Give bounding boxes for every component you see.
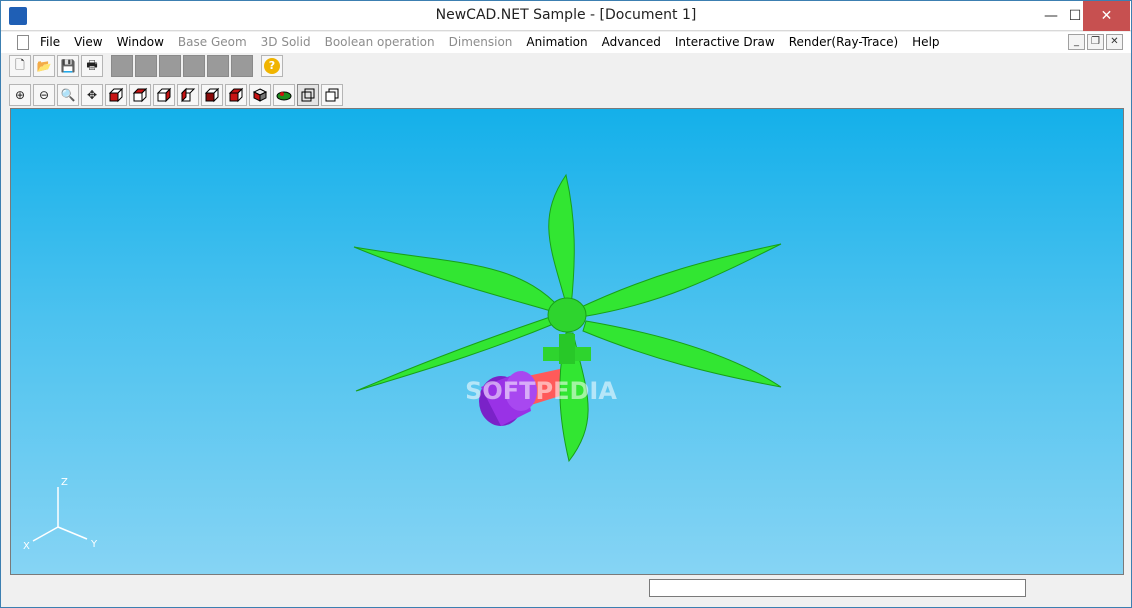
cube-iso-icon [252, 88, 268, 102]
axis-z-label: Z [61, 477, 68, 488]
menu-interactive-draw[interactable]: Interactive Draw [668, 34, 782, 51]
axis-triad [32, 487, 88, 542]
help-icon: ? [264, 58, 280, 74]
new-file-button[interactable]: 🗋 [9, 55, 31, 77]
new-file-icon: 🗋 [15, 57, 25, 72]
menu-window[interactable]: Window [110, 34, 171, 51]
view-toolbar: ⊕ ⊖ 🔍 ✥ [9, 83, 343, 107]
close-button[interactable]: ✕ [1083, 1, 1130, 31]
menu-bar: File View Window Base Geom 3D Solid Bool… [1, 32, 1131, 53]
view-right-button[interactable] [153, 84, 175, 106]
cube-right-icon [156, 87, 172, 103]
open-file-button[interactable]: 📂 [33, 55, 55, 77]
zoom-window-button[interactable]: ⊖ [33, 84, 55, 106]
zoom-in-button[interactable]: 🔍 [57, 84, 79, 106]
view-back-button[interactable] [201, 84, 223, 106]
wireframe-cube-icon [301, 88, 315, 102]
disabled-tool-2-button[interactable] [135, 55, 157, 77]
menu-animation[interactable]: Animation [519, 34, 594, 51]
status-field [649, 579, 1026, 597]
softpedia-watermark: SOFTPEDIA [465, 377, 617, 405]
hidden-line-cube-icon [325, 88, 339, 102]
menu-boolean-operation[interactable]: Boolean operation [318, 34, 442, 51]
save-button[interactable]: 💾 [57, 55, 79, 77]
render-shaded-button[interactable] [273, 84, 295, 106]
scene-canvas[interactable]: SOFTPEDIA Z X Y [11, 109, 1123, 574]
window-title: NewCAD.NET Sample - [Document 1] [435, 7, 697, 23]
disabled-tool-5-button[interactable] [207, 55, 229, 77]
disabled-tool-1-button[interactable] [111, 55, 133, 77]
document-icon[interactable] [17, 35, 29, 50]
disabled-tool-4-button[interactable] [183, 55, 205, 77]
render-hidden-line-button[interactable] [321, 84, 343, 106]
render-wireframe-button[interactable] [297, 84, 319, 106]
cube-top-icon [132, 87, 148, 103]
menu-3d-solid[interactable]: 3D Solid [254, 34, 318, 51]
view-iso-button[interactable] [249, 84, 271, 106]
zoom-all-button[interactable]: ⊕ [9, 84, 31, 106]
zoom-all-icon: ⊕ [14, 88, 26, 102]
cube-front-icon [108, 87, 124, 103]
folder-open-icon: 📂 [36, 59, 52, 73]
menu-dimension[interactable]: Dimension [442, 34, 520, 51]
menu-help[interactable]: Help [905, 34, 946, 51]
cube-bottom-icon [228, 87, 244, 103]
menu-base-geom[interactable]: Base Geom [171, 34, 254, 51]
mdi-close-button[interactable]: ✕ [1106, 34, 1123, 50]
blade-top [548, 173, 575, 308]
menu-view[interactable]: View [67, 34, 109, 51]
cube-back-icon [204, 87, 220, 103]
floppy-disk-icon: 💾 [60, 59, 76, 73]
standard-toolbar: 🗋 📂 💾 🖶 ? [9, 54, 283, 78]
disabled-tool-6-button[interactable] [231, 55, 253, 77]
zoom-in-icon: 🔍 [60, 88, 76, 102]
mdi-restore-button[interactable]: ❐ [1087, 34, 1104, 50]
menu-advanced[interactable]: Advanced [595, 34, 668, 51]
status-bar [1, 576, 1131, 607]
disabled-tool-3-button[interactable] [159, 55, 181, 77]
hub-shaft [559, 334, 575, 364]
pan-icon: ✥ [86, 88, 98, 102]
blade-upper-left [353, 246, 562, 315]
mdi-minimize-button[interactable]: _ [1068, 34, 1085, 50]
blade-upper-right [576, 243, 782, 318]
view-bottom-button[interactable] [225, 84, 247, 106]
pan-button[interactable]: ✥ [81, 84, 103, 106]
help-button[interactable]: ? [261, 55, 283, 77]
view-front-button[interactable] [105, 84, 127, 106]
hub-sphere [547, 297, 587, 333]
print-button[interactable]: 🖶 [81, 55, 103, 77]
axis-y-label: Y [90, 539, 98, 550]
app-window: NewCAD.NET Sample - [Document 1] — ☐ ✕ F… [0, 0, 1132, 608]
axis-x-label: X [23, 541, 30, 552]
title-bar[interactable]: NewCAD.NET Sample - [Document 1] — ☐ ✕ [1, 1, 1131, 31]
menu-file[interactable]: File [33, 34, 67, 51]
zoom-window-icon: ⊖ [38, 88, 50, 102]
view-top-button[interactable] [129, 84, 151, 106]
shaded-model-icon [276, 91, 292, 101]
menu-render[interactable]: Render(Ray-Trace) [782, 34, 905, 51]
printer-icon: 🖶 [86, 57, 98, 72]
cube-left-icon [180, 87, 196, 103]
3d-viewport[interactable]: SOFTPEDIA Z X Y [10, 108, 1124, 575]
view-left-button[interactable] [177, 84, 199, 106]
